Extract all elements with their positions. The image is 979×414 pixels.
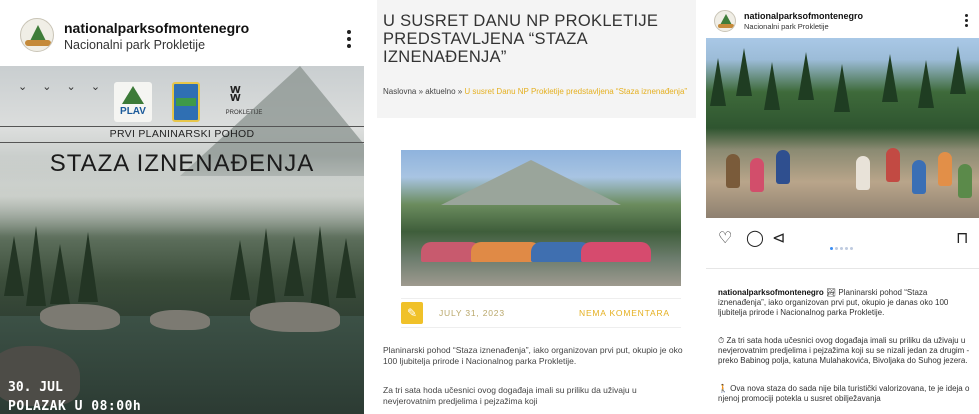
post-photo-group-hike[interactable] xyxy=(706,38,979,218)
post-caption: nationalparksofmontenegro 🏞 Planinarski … xyxy=(718,288,949,318)
np-prokletije-logo: ʬ PROKLETIJE xyxy=(225,84,263,116)
account-subtitle: Nacionalni park Prokletije xyxy=(64,38,206,52)
screenshot-collage: nationalparksofmontenegro Nacionalni par… xyxy=(0,0,979,414)
instagram-post-photo: nationalparksofmontenegro Nacionalni par… xyxy=(706,0,979,414)
breadcrumb-section-link[interactable]: aktuelno xyxy=(425,87,455,96)
article-header: U SUSRET DANU NP PROKLETIJE PREDSTAVLJEN… xyxy=(377,0,696,118)
account-name[interactable]: nationalparksofmontenegro xyxy=(64,20,249,36)
heart-outline-icon[interactable]: ♡ xyxy=(718,228,732,248)
caption-username[interactable]: nationalparksofmontenegro xyxy=(718,288,824,297)
account-name[interactable]: nationalparksofmontenegro xyxy=(744,11,863,21)
carousel-pager xyxy=(830,237,855,255)
more-vertical-icon[interactable] xyxy=(963,14,969,29)
news-article-page: U SUSRET DANU NP PROKLETIJE PREDSTAVLJEN… xyxy=(377,0,696,414)
post-header: nationalparksofmontenegro Nacionalni par… xyxy=(0,0,364,66)
bookmark-outline-icon[interactable]: ⊓ xyxy=(956,228,968,248)
poster-departure-time: POLAZAK U 08:00h xyxy=(8,399,142,414)
article-date: JULY 31, 2023 xyxy=(439,308,505,318)
poster-title: STAZA IZNENAĐENJA xyxy=(49,150,315,177)
article-photo-group[interactable] xyxy=(401,150,681,286)
breadcrumb-home-link[interactable]: Naslovna xyxy=(383,87,416,96)
post-actions: ♡ ◯ ⊲ ⊓ xyxy=(706,224,979,254)
article-paragraph: Planinarski pohod “Staza iznenađenja”, i… xyxy=(383,345,683,366)
breadcrumb-current: U susret Danu NP Prokletije predstavljen… xyxy=(464,87,688,96)
article-meta: ✎ JULY 31, 2023 NEMA KOMENTARA xyxy=(401,298,681,328)
account-subtitle: Nacionalni park Prokletije xyxy=(744,22,829,31)
breadcrumb: Naslovna » aktuelno » U susret Danu NP P… xyxy=(383,87,688,96)
post-caption-paragraph: 🚶 Ova nova staza do sada nije bila turis… xyxy=(718,384,970,404)
send-icon[interactable]: ⊲ xyxy=(772,228,785,248)
article-title: U SUSRET DANU NP PROKLETIJE PREDSTAVLJEN… xyxy=(383,12,659,66)
avatar[interactable] xyxy=(20,18,54,52)
pencil-icon: ✎ xyxy=(401,302,423,324)
avatar[interactable] xyxy=(714,10,736,32)
birds-decoration: ⌄ ⌄ ⌄ ⌄ xyxy=(18,81,107,93)
article-paragraph: Za tri sata hoda učesnici ovog događaja … xyxy=(383,385,637,406)
poster-kicker: PRVI PLANINARSKI POHOD xyxy=(109,128,255,140)
more-vertical-icon[interactable] xyxy=(346,30,352,51)
poster-date: 30. JUL xyxy=(8,380,63,395)
comments-link[interactable]: NEMA KOMENTARA xyxy=(579,308,670,318)
comment-outline-icon[interactable]: ◯ xyxy=(746,228,764,248)
instagram-post-poster: nationalparksofmontenegro Nacionalni par… xyxy=(0,0,364,414)
post-caption-paragraph: ⏱ Za tri sata hoda učesnici ovog događaj… xyxy=(718,336,970,366)
event-poster-image: ⌄ ⌄ ⌄ ⌄ PLAV ʬ PROKLETIJE PRVI PLANINARS… xyxy=(0,66,364,414)
plav-logo: PLAV xyxy=(114,82,152,122)
municipality-crest-icon xyxy=(172,82,200,122)
